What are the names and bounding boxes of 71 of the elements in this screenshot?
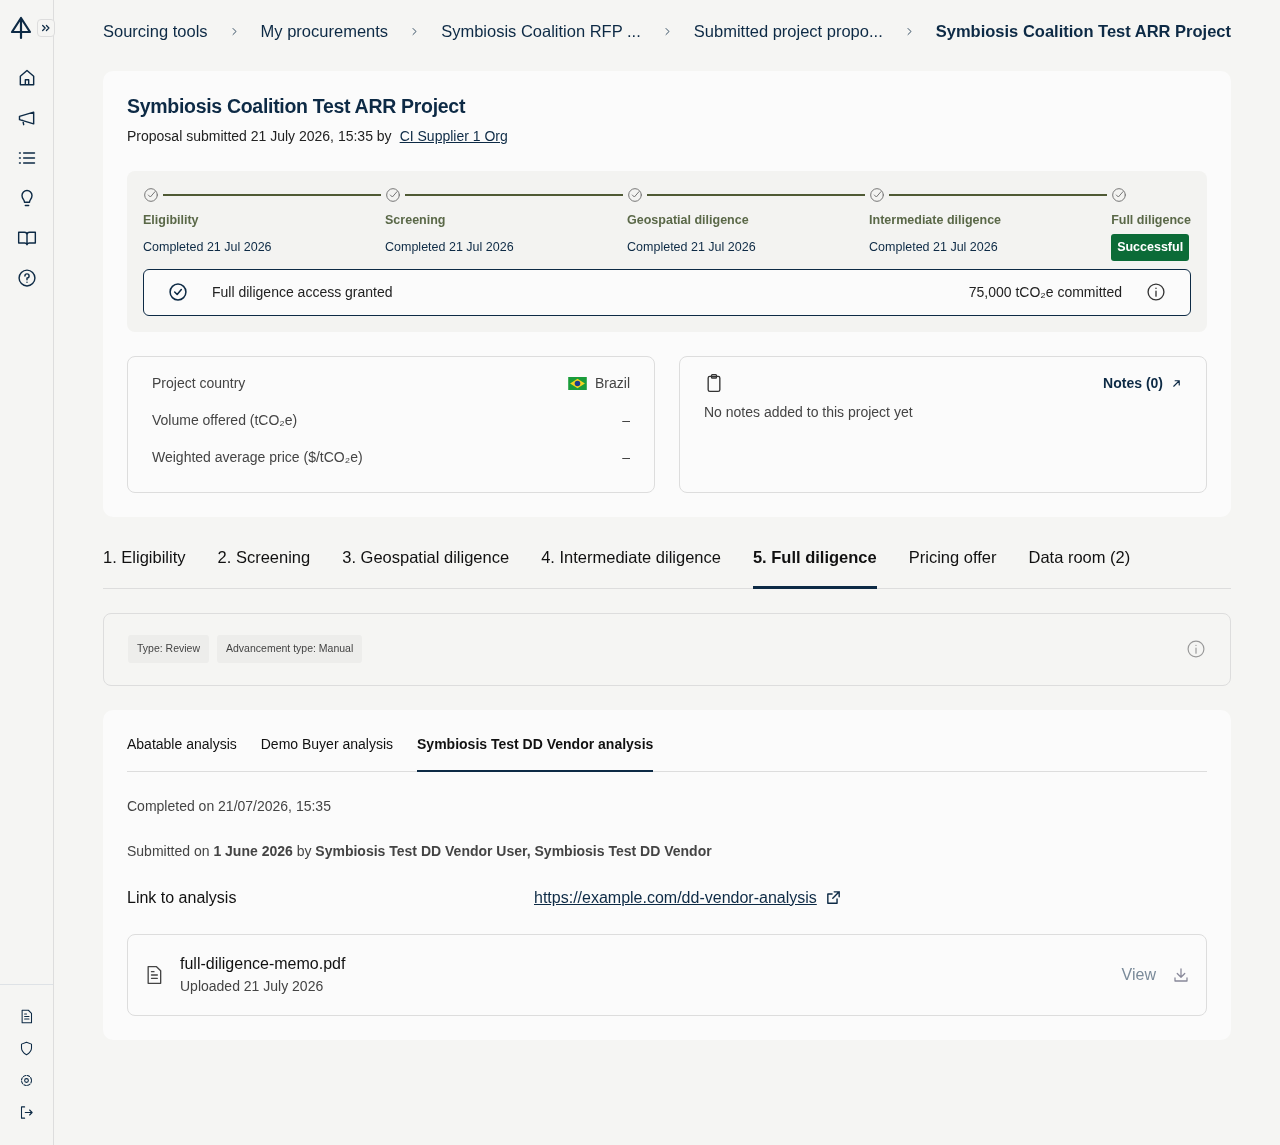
stage-name: Screening <box>385 212 447 230</box>
upload-date: Uploaded 21 July 2026 <box>180 977 325 997</box>
book-icon[interactable] <box>16 228 37 248</box>
check-circle-icon <box>627 187 644 204</box>
stage-status: Completed 21 Jul 2026 <box>385 239 515 257</box>
stage-name: Full diligence <box>1111 212 1191 230</box>
analysis-tab[interactable]: Abatable analysis <box>127 733 237 772</box>
stage-name: Intermediate diligence <box>869 212 1003 230</box>
chevron-right-icon <box>412 26 418 37</box>
detail-label: Volume offered (tCO₂e) <box>152 410 298 430</box>
stage-tab[interactable]: 3. Geospatial diligence <box>342 544 510 589</box>
stage-tab[interactable]: Data room (2) <box>1028 544 1131 589</box>
file-name: full-diligence-memo.pdf <box>180 954 346 975</box>
project-title: Symbiosis Coalition Test ARR Project <box>127 95 467 119</box>
shield-icon[interactable] <box>19 1041 34 1056</box>
stage-status: Completed 21 Jul 2026 <box>143 239 273 257</box>
chevron-right-icon <box>664 26 670 37</box>
stage-tab[interactable]: 4. Intermediate diligence <box>541 544 721 589</box>
link-label: Link to analysis <box>127 887 238 908</box>
chevron-right-icon <box>906 26 912 37</box>
document-icon[interactable] <box>19 1009 34 1024</box>
analysis-tab[interactable]: Symbiosis Test DD Vendor analysis <box>417 733 654 772</box>
stage-status: Completed 21 Jul 2026 <box>869 239 999 257</box>
tag: Type: Review <box>128 635 210 663</box>
stage-name: Geospatial diligence <box>627 212 750 230</box>
check-circle-icon <box>1111 187 1128 204</box>
stage-tab[interactable]: 5. Full diligence <box>752 544 877 589</box>
status-badge: Successful <box>1111 234 1190 261</box>
stage-tab[interactable]: 2. Screening <box>217 544 311 589</box>
flag-icon <box>568 376 587 390</box>
submission-details: Submitted on 1 June 2026 by Symbiosis Test DD Vendor User, Symbiosis Test DD Vendor <box>127 841 713 861</box>
view-link[interactable]: View <box>1121 962 1156 987</box>
megaphone-icon[interactable] <box>16 108 37 128</box>
external-link-icon[interactable] <box>824 889 842 907</box>
check-circle-icon <box>869 187 886 204</box>
check-circle-icon <box>168 282 188 303</box>
access-status: Full diligence access granted <box>212 282 393 302</box>
expand-sidebar-button[interactable] <box>36 19 55 37</box>
breadcrumb-link[interactable]: Sourcing tools <box>103 19 208 44</box>
settings-icon[interactable] <box>19 1073 34 1088</box>
analysis-link[interactable]: https://example.com/dd-vendor-analysis <box>534 885 817 910</box>
stage-status: Completed 21 Jul 2026 <box>627 239 757 257</box>
notes-link[interactable]: Notes (0) <box>1103 372 1182 394</box>
detail-value: Brazil <box>595 373 630 393</box>
arrow-up-right-icon[interactable] <box>1171 377 1182 389</box>
stage-tab[interactable]: Pricing offer <box>908 544 997 589</box>
detail-value: – <box>622 447 630 467</box>
detail-value: – <box>622 410 630 430</box>
detail-label: Weighted average price ($/tCO₂e) <box>152 447 363 467</box>
breadcrumb-link[interactable]: Symbiosis Coalition RFP ... <box>441 19 641 44</box>
check-circle-icon <box>143 187 159 204</box>
help-icon[interactable] <box>16 268 37 288</box>
detail-label: Project country <box>152 373 246 393</box>
info-icon[interactable] <box>1146 282 1166 303</box>
completion-date: Completed on 21/07/2026, 15:35 <box>127 796 332 816</box>
current-page-crumb: Symbiosis Coalition Test ARR Project <box>935 21 1231 43</box>
stage-name: Eligibility <box>143 212 200 230</box>
double-chevron-icon <box>40 23 51 33</box>
breadcrumb-link[interactable]: My procurements <box>260 19 389 44</box>
analysis-tab[interactable]: Demo Buyer analysis <box>260 733 394 772</box>
submission-info: Proposal submitted 21 July 2026, 15:35 by <box>127 127 392 147</box>
stage-tab[interactable]: 1. Eligibility <box>103 544 186 589</box>
committed-volume: 75,000 tCO₂e committed <box>968 282 1122 302</box>
tag: Advancement type: Manual <box>217 635 363 663</box>
check-circle-icon <box>385 187 402 204</box>
supplier-link[interactable]: CI Supplier 1 Org <box>399 126 508 148</box>
notes-empty-message: No notes added to this project yet <box>704 402 914 422</box>
logout-icon[interactable] <box>19 1105 34 1120</box>
logo-icon[interactable] <box>8 16 33 40</box>
chevron-right-icon <box>231 26 237 37</box>
breadcrumb-link[interactable]: Submitted project propo... <box>693 19 883 44</box>
